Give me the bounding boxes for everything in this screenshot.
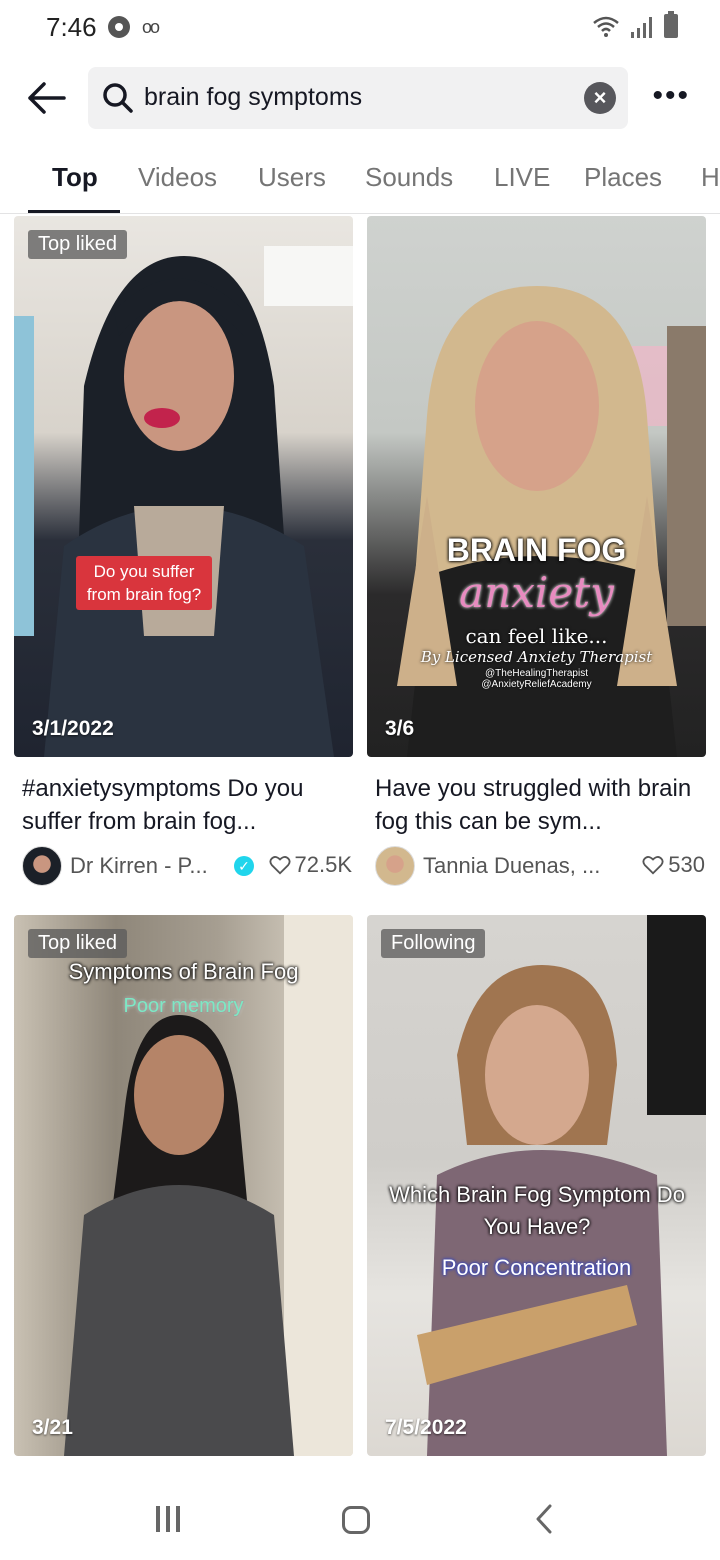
author-name[interactable]: Dr Kirren - P...	[70, 853, 208, 879]
overlay-subtitle: can feel like...	[465, 624, 608, 648]
signal-icon	[631, 16, 652, 38]
video-caption[interactable]: Have you struggled with brain fog this c…	[375, 772, 705, 838]
heart-icon	[268, 856, 291, 875]
overlay-subtitle: Poor Concentration	[441, 1255, 632, 1280]
tab-top[interactable]: Top	[52, 162, 98, 193]
verified-icon: ✓	[234, 856, 254, 876]
active-tab-indicator	[28, 210, 120, 213]
following-badge: Following	[381, 929, 486, 958]
battery-icon	[664, 11, 678, 38]
avatar[interactable]	[22, 846, 62, 886]
home-button[interactable]	[342, 1506, 370, 1534]
video-meta: Dr Kirren - P... ✓ 72.5K	[22, 846, 352, 886]
video-thumbnail[interactable]: Top liked Symptoms of Brain Fog Poor mem…	[14, 915, 353, 1456]
chrome-icon	[108, 16, 130, 38]
back-button[interactable]	[24, 76, 72, 120]
result-tabs: Top Videos Users Sounds LIVE Places H	[0, 150, 720, 214]
search-icon	[103, 83, 133, 113]
video-thumbnail[interactable]: BRAIN FOG anxiety can feel like... By Li…	[367, 216, 706, 757]
tab-sounds[interactable]: Sounds	[365, 162, 453, 193]
overlay-byline: By Licensed Anxiety Therapist	[420, 648, 653, 666]
recent-apps-button[interactable]	[156, 1506, 180, 1532]
video-date: 7/5/2022	[385, 1416, 467, 1439]
overlay-title: Symptoms of Brain Fog	[68, 959, 299, 984]
thumbnail-scene	[14, 246, 353, 757]
more-options-button[interactable]: •••	[652, 81, 690, 111]
search-query[interactable]: brain fog symptoms	[144, 83, 362, 112]
clear-search-button[interactable]: ×	[584, 82, 616, 114]
video-date: 3/21	[32, 1416, 73, 1439]
status-left-icons: oo	[108, 16, 160, 38]
avatar[interactable]	[375, 846, 415, 886]
overlay-title: BRAIN FOG	[446, 532, 627, 568]
like-count: 72.5K	[268, 852, 353, 878]
wifi-icon	[593, 16, 619, 37]
tab-live[interactable]: LIVE	[494, 162, 550, 193]
status-bar: 7:46 oo	[0, 0, 720, 56]
overlay-subtitle: Poor memory	[123, 995, 244, 1017]
video-meta: Tannia Duenas, ... 530	[375, 846, 705, 886]
status-right-icons	[593, 11, 678, 38]
top-liked-badge: Top liked	[28, 929, 127, 958]
heart-icon	[642, 856, 664, 875]
overlay-title: Which Brain Fog Symptom Do You Have?	[389, 1182, 685, 1239]
tab-videos[interactable]: Videos	[138, 162, 217, 193]
top-liked-badge: Top liked	[28, 230, 127, 259]
overlay-script: anxiety	[459, 568, 614, 617]
overlay-handle: @AnxietyReliefAcademy	[481, 679, 592, 690]
video-thumbnail[interactable]: Top liked Do you suffer from brain fog? …	[14, 216, 353, 757]
search-header: brain fog symptoms × •••	[0, 62, 720, 134]
likes-value: 530	[668, 852, 705, 877]
tab-places[interactable]: Places	[584, 162, 662, 193]
overlay-handle: @TheHealingTherapist	[485, 668, 588, 679]
author-name[interactable]: Tannia Duenas, ...	[423, 853, 600, 879]
video-caption[interactable]: #anxietysymptoms Do you suffer from brai…	[22, 772, 352, 838]
tab-hashtags[interactable]: H	[701, 162, 720, 193]
video-date: 3/6	[385, 717, 415, 740]
status-time: 7:46	[46, 12, 97, 42]
nav-back-icon[interactable]	[532, 1502, 556, 1536]
search-input[interactable]: brain fog symptoms ×	[88, 67, 628, 129]
arrow-left-icon	[28, 82, 66, 114]
likes-value: 72.5K	[294, 852, 353, 877]
video-thumbnail[interactable]: Following Which Brain Fog Symptom Do You…	[367, 915, 706, 1456]
voicemail-icon: oo	[142, 16, 160, 37]
video-overlay-text: Do you suffer from brain fog?	[76, 556, 212, 610]
system-nav-bar	[0, 1480, 720, 1560]
like-count: 530	[642, 852, 705, 878]
tab-users[interactable]: Users	[258, 162, 326, 193]
video-date: 3/1/2022	[32, 717, 114, 740]
